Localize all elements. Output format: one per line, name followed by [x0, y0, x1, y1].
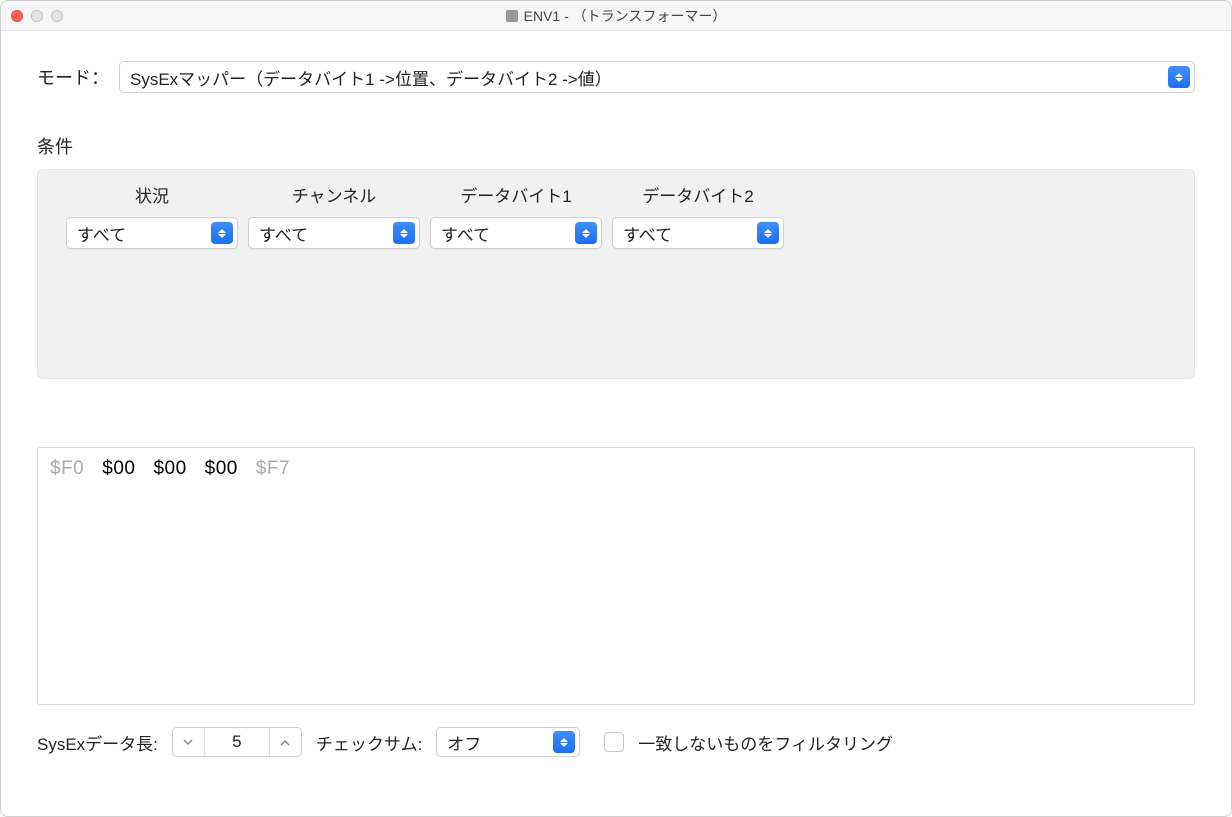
- filter-label: 一致しないものをフィルタリング: [638, 730, 893, 755]
- stepper-increment[interactable]: [269, 728, 301, 756]
- sysex-byte[interactable]: $00: [153, 458, 186, 480]
- close-button[interactable]: [11, 10, 23, 22]
- window-title-text: ENV1 - （トランスフォーマー）: [524, 6, 727, 26]
- window-title: ENV1 - （トランスフォーマー）: [1, 6, 1231, 26]
- updown-icon: [575, 222, 597, 244]
- sysex-byte[interactable]: $00: [205, 458, 238, 480]
- condition-selects: すべて すべて すべて すべて: [66, 217, 1166, 249]
- content-area: モード： SysExマッパー（データバイト1 ->位置、データバイト2 ->値）…: [1, 31, 1231, 816]
- databyte1-select-value: すべて: [441, 221, 575, 246]
- window-title-icon: [506, 10, 518, 22]
- updown-icon: [393, 222, 415, 244]
- channel-select[interactable]: すべて: [248, 217, 420, 249]
- checksum-select[interactable]: オフ: [436, 727, 580, 757]
- filter-checkbox[interactable]: [604, 732, 624, 752]
- sysex-end-byte: $F7: [256, 458, 290, 480]
- mode-row: モード： SysExマッパー（データバイト1 ->位置、データバイト2 ->値）: [37, 61, 1195, 93]
- sysex-bytes: $F0 $00 $00 $00 $F7: [50, 458, 1182, 480]
- mode-select[interactable]: SysExマッパー（データバイト1 ->位置、データバイト2 ->値）: [119, 61, 1195, 93]
- length-stepper[interactable]: 5: [172, 727, 302, 757]
- mode-label: モード：: [37, 64, 109, 90]
- sysex-byte[interactable]: $00: [102, 458, 135, 480]
- chevron-up-icon: [280, 739, 290, 746]
- minimize-button[interactable]: [31, 10, 43, 22]
- maximize-button[interactable]: [51, 10, 63, 22]
- updown-icon: [1168, 66, 1190, 88]
- chevron-down-icon: [183, 739, 193, 746]
- updown-icon: [553, 731, 575, 753]
- bottom-controls: SysExデータ長: 5 チェックサム: オフ 一致しないものをフィルタリング: [37, 727, 1195, 757]
- updown-icon: [211, 222, 233, 244]
- header-databyte2: データバイト2: [612, 182, 784, 207]
- checksum-label: チェックサム:: [316, 730, 422, 755]
- stepper-decrement[interactable]: [173, 728, 205, 756]
- databyte1-select[interactable]: すべて: [430, 217, 602, 249]
- channel-select-value: すべて: [259, 221, 393, 246]
- header-databyte1: データバイト1: [430, 182, 602, 207]
- databyte2-select[interactable]: すべて: [612, 217, 784, 249]
- conditions-label: 条件: [37, 133, 1195, 159]
- conditions-panel: 状況 チャンネル データバイト1 データバイト2 すべて すべて すべて: [37, 169, 1195, 379]
- titlebar: ENV1 - （トランスフォーマー）: [1, 1, 1231, 31]
- sysex-data-box[interactable]: $F0 $00 $00 $00 $F7: [37, 447, 1195, 705]
- sysex-start-byte: $F0: [50, 458, 84, 480]
- checksum-select-value: オフ: [447, 730, 553, 755]
- mode-select-value: SysExマッパー（データバイト1 ->位置、データバイト2 ->値）: [130, 65, 1168, 90]
- updown-icon: [757, 222, 779, 244]
- databyte2-select-value: すべて: [623, 221, 757, 246]
- header-status: 状況: [66, 182, 238, 207]
- condition-headers: 状況 チャンネル データバイト1 データバイト2: [66, 182, 1166, 207]
- length-label: SysExデータ長:: [37, 730, 158, 755]
- status-select-value: すべて: [77, 221, 211, 246]
- traffic-lights: [11, 10, 63, 22]
- status-select[interactable]: すべて: [66, 217, 238, 249]
- length-value: 5: [205, 732, 269, 752]
- transformer-window: ENV1 - （トランスフォーマー） モード： SysExマッパー（データバイト…: [0, 0, 1232, 817]
- header-channel: チャンネル: [248, 182, 420, 207]
